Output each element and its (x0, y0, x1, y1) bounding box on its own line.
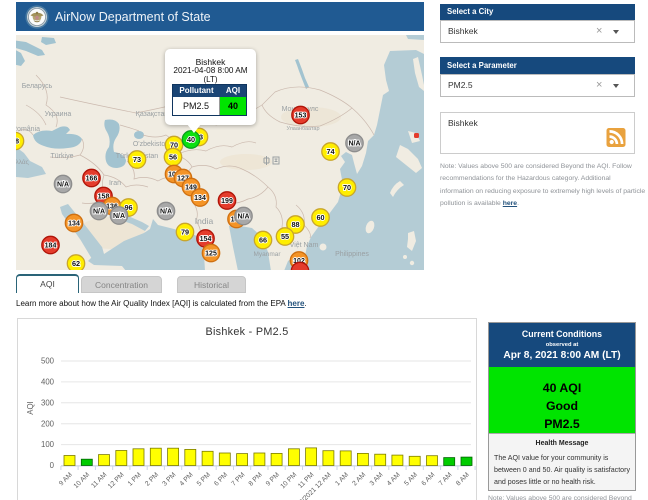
svg-text:40: 40 (187, 135, 195, 144)
svg-text:N/A: N/A (93, 209, 105, 216)
svg-text:4 PM: 4 PM (179, 471, 195, 487)
svg-text:India: India (195, 216, 214, 226)
svg-text:62: 62 (72, 259, 80, 268)
svg-text:2 AM: 2 AM (351, 471, 367, 487)
svg-text:134: 134 (194, 195, 206, 202)
svg-text:Philippines: Philippines (335, 251, 369, 258)
svg-text:10 AM: 10 AM (73, 471, 92, 490)
svg-text:N/A: N/A (113, 213, 125, 220)
svg-text:1 PM: 1 PM (127, 471, 143, 487)
svg-text:7 AM: 7 AM (438, 471, 454, 487)
svg-text:73: 73 (133, 155, 141, 164)
svg-text:8 PM: 8 PM (248, 471, 264, 487)
svg-text:N/A: N/A (57, 182, 69, 189)
svg-text:Украина: Украина (45, 111, 72, 118)
svg-text:100: 100 (41, 440, 55, 449)
svg-text:66: 66 (259, 236, 267, 245)
svg-text:70: 70 (343, 183, 351, 192)
svg-text:60: 60 (316, 213, 324, 222)
svg-text:5 AM: 5 AM (403, 471, 419, 487)
svg-text:N/A: N/A (348, 141, 360, 148)
svg-text:134: 134 (68, 221, 80, 228)
svg-text:5 PM: 5 PM (196, 471, 212, 487)
svg-text:Улаанбаатар: Улаанбаатар (286, 126, 319, 132)
svg-text:79: 79 (181, 228, 189, 237)
svg-text:8 AM: 8 AM (455, 471, 471, 487)
svg-text:7 PM: 7 PM (230, 471, 246, 487)
svg-text:10 PM: 10 PM (279, 471, 298, 490)
svg-text:N/A: N/A (160, 209, 172, 216)
svg-text:Ελλάς: Ελλάς (16, 158, 29, 166)
svg-text:N/A: N/A (237, 214, 249, 221)
svg-text:Iran: Iran (109, 180, 121, 187)
svg-text:11 AM: 11 AM (90, 471, 108, 489)
svg-text:55: 55 (281, 232, 289, 241)
svg-text:AQI: AQI (26, 401, 35, 414)
svg-text:153: 153 (295, 113, 307, 120)
svg-text:2 PM: 2 PM (144, 471, 160, 487)
svg-text:184: 184 (45, 243, 57, 250)
svg-text:400: 400 (41, 378, 55, 387)
svg-text:România: România (16, 126, 40, 133)
svg-text:166: 166 (86, 176, 98, 183)
svg-text:56: 56 (169, 153, 177, 162)
svg-text:3 PM: 3 PM (161, 471, 177, 487)
svg-text:48: 48 (16, 137, 19, 146)
svg-text:125: 125 (205, 251, 217, 258)
svg-text:Bishkek - PM2.5: Bishkek - PM2.5 (205, 326, 288, 338)
svg-text:200: 200 (41, 419, 55, 428)
svg-text:12 PM: 12 PM (107, 471, 126, 490)
svg-text:O'zbekiston: O'zbekiston (133, 141, 169, 148)
svg-text:6 PM: 6 PM (213, 471, 229, 487)
svg-text:300: 300 (41, 398, 55, 407)
svg-text:3 AM: 3 AM (369, 471, 385, 487)
svg-text:88: 88 (291, 220, 299, 229)
svg-text:Қазақстан: Қазақстан (136, 111, 169, 118)
svg-text:154: 154 (200, 236, 212, 243)
svg-text:Myanmar: Myanmar (253, 251, 281, 258)
svg-text:199: 199 (221, 198, 233, 205)
svg-text:500: 500 (41, 357, 55, 366)
svg-text:4 AM: 4 AM (386, 471, 402, 487)
svg-text:Việt Nam: Việt Nam (290, 242, 319, 249)
svg-text:0: 0 (50, 461, 55, 470)
svg-text:1 AM: 1 AM (334, 471, 350, 487)
svg-text:Беларусь: Беларусь (22, 83, 53, 90)
svg-text:6 AM: 6 AM (421, 471, 437, 487)
svg-text:74: 74 (326, 147, 335, 156)
svg-text:Türkiye: Türkiye (51, 153, 74, 160)
